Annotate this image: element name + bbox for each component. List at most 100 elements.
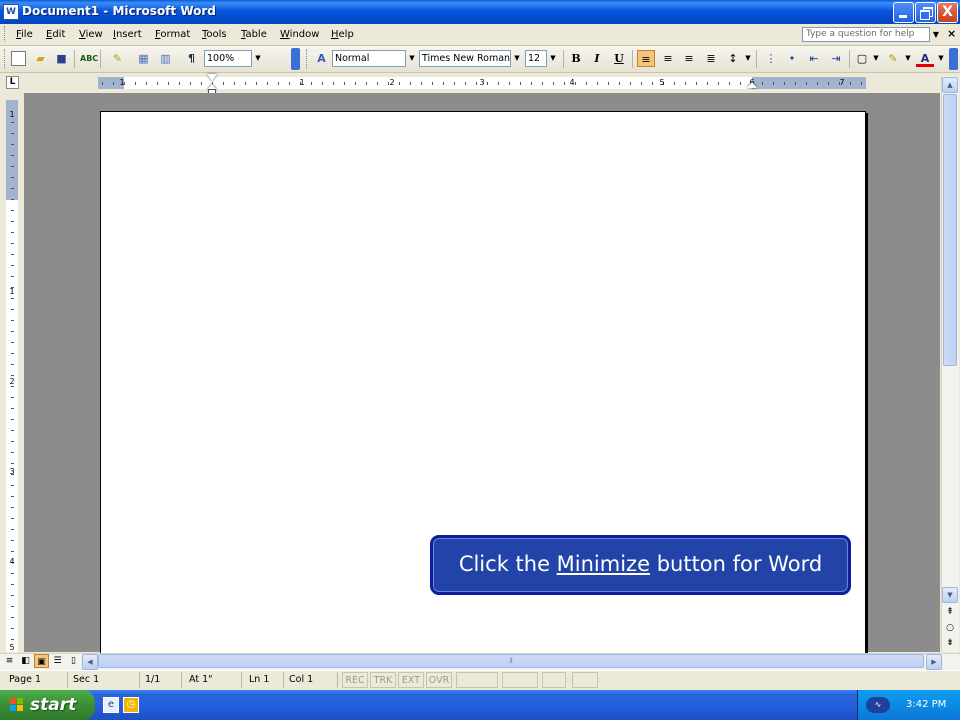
ruler-tick [11, 199, 14, 200]
ruler-tick [784, 82, 785, 85]
scroll-down-icon[interactable]: ▼ [942, 587, 958, 603]
justify-button[interactable]: ≣ [702, 50, 720, 67]
ruler-tick [157, 82, 158, 85]
font-dropdown-icon[interactable]: ▼ [511, 50, 523, 67]
status-language [456, 672, 498, 688]
insert-table-icon[interactable]: ▦ [136, 51, 151, 66]
font-color-dropdown-icon[interactable]: ▼ [935, 50, 947, 67]
status-empty-2 [572, 672, 598, 688]
ruler-tick [465, 82, 466, 85]
line-spacing-dropdown-icon[interactable]: ▼ [742, 50, 754, 67]
help-dropdown-arrow-icon[interactable]: ▼ [930, 27, 942, 42]
line-spacing-button[interactable]: ↕ [724, 50, 742, 67]
zoom-select[interactable]: 100% [204, 50, 252, 67]
close-button[interactable]: X [937, 2, 958, 23]
save-icon[interactable]: ■ [54, 51, 69, 66]
new-document-icon[interactable] [11, 51, 26, 66]
formatting-toolbar-grip[interactable] [306, 49, 310, 69]
reading-layout-view-icon[interactable]: ▯ [66, 654, 81, 668]
style-dropdown-icon[interactable]: ▼ [406, 50, 418, 67]
align-left-button[interactable]: ≡ [637, 50, 655, 67]
ruler-number: 2 [9, 377, 15, 386]
ruler-tick [11, 617, 14, 618]
italic-button[interactable]: I [588, 50, 606, 67]
ruler-tick [190, 82, 191, 85]
document-close-button[interactable]: × [947, 27, 956, 40]
menu-tools[interactable]: Tools [202, 29, 227, 40]
word-app-icon[interactable]: W [3, 4, 19, 20]
spelling-icon[interactable]: ABC [80, 51, 98, 66]
highlight-dropdown-icon[interactable]: ▼ [902, 50, 914, 67]
borders-dropdown-icon[interactable]: ▼ [870, 50, 882, 67]
first-line-indent-marker[interactable] [207, 74, 217, 81]
underline-button[interactable]: U [610, 50, 628, 67]
align-center-button[interactable]: ≡ [659, 50, 677, 67]
scroll-right-icon[interactable]: ▶ [926, 654, 942, 670]
menu-help[interactable]: Help [331, 29, 354, 40]
menu-insert[interactable]: Insert [113, 29, 142, 40]
start-button[interactable]: start [0, 690, 95, 720]
align-right-button[interactable]: ≡ [680, 50, 698, 67]
font-color-button[interactable]: A [916, 50, 934, 67]
web-layout-view-icon[interactable]: ◧ [18, 654, 33, 668]
outlook-icon[interactable]: ◷ [123, 697, 139, 713]
normal-view-icon[interactable]: ≡ [2, 654, 17, 668]
help-search-input[interactable]: Type a question for help [802, 27, 930, 42]
menu-view[interactable]: View [79, 29, 103, 40]
menu-file[interactable]: File [16, 29, 33, 40]
outline-view-icon[interactable]: ☰ [50, 654, 65, 668]
restore-button[interactable] [915, 2, 936, 23]
windows-logo-icon [10, 698, 23, 711]
next-page-icon[interactable]: ⇟ [943, 636, 957, 650]
network-icon[interactable]: ∿ [866, 697, 890, 713]
ruler-tick [443, 82, 444, 85]
ruler-number: 5 [659, 78, 665, 87]
menu-edit[interactable]: Edit [46, 29, 65, 40]
font-select[interactable]: Times New Roman [419, 50, 511, 67]
bullets-button[interactable]: • [783, 50, 801, 67]
open-folder-icon[interactable]: ▰ [33, 51, 48, 66]
toolbar-options-icon[interactable] [291, 48, 300, 70]
menu-format[interactable]: Format [155, 29, 190, 40]
status-ext[interactable]: EXT [398, 672, 424, 688]
internet-explorer-icon[interactable]: e [103, 697, 119, 713]
menu-table[interactable]: Table [241, 29, 267, 40]
tab-selector[interactable]: L [6, 76, 19, 89]
highlight-button[interactable]: ✎ [884, 50, 902, 67]
ruler-tick [11, 210, 14, 211]
previous-page-icon[interactable]: ⇞ [943, 605, 957, 619]
font-size-dropdown-icon[interactable]: ▼ [547, 50, 559, 67]
scroll-up-icon[interactable]: ▲ [942, 77, 958, 93]
style-select[interactable]: Normal [332, 50, 406, 67]
horizontal-scroll-thumb[interactable]: ⦀ [98, 654, 924, 668]
toolbar-grip[interactable] [4, 49, 8, 69]
borders-button[interactable]: ▢ [853, 50, 871, 67]
status-trk[interactable]: TRK [370, 672, 396, 688]
numbering-button[interactable]: ⋮ [762, 50, 780, 67]
styles-and-formatting-icon[interactable]: A [314, 51, 329, 66]
formatting-options-icon[interactable] [949, 48, 958, 70]
print-layout-view-icon[interactable]: ▣ [34, 654, 49, 668]
font-size-select[interactable]: 12 [525, 50, 547, 67]
status-rec[interactable]: REC [342, 672, 368, 688]
decrease-indent-button[interactable]: ⇤ [805, 50, 823, 67]
bold-button[interactable]: B [567, 50, 585, 67]
columns-icon[interactable]: ▥ [158, 51, 173, 66]
show-hide-icon[interactable]: ¶ [184, 51, 199, 66]
select-browse-object-icon[interactable]: ○ [943, 621, 957, 635]
zoom-dropdown-icon[interactable]: ▼ [252, 50, 264, 67]
status-ovr[interactable]: OVR [426, 672, 452, 688]
increase-indent-button[interactable]: ⇥ [827, 50, 845, 67]
ruler-tick [11, 232, 14, 233]
ruler-tick [542, 82, 543, 85]
menu-window[interactable]: Window [280, 29, 319, 40]
menu-grip[interactable] [4, 26, 8, 42]
ruler-number: 4 [569, 78, 575, 87]
minimize-button[interactable] [893, 2, 914, 23]
scroll-left-icon[interactable]: ◀ [82, 654, 98, 670]
status-spelling[interactable] [502, 672, 538, 688]
clock[interactable]: 3:42 PM [906, 697, 946, 713]
format-painter-icon[interactable]: ✎ [110, 51, 125, 66]
vertical-scroll-thumb[interactable] [943, 94, 957, 366]
right-indent-marker[interactable] [747, 82, 757, 88]
